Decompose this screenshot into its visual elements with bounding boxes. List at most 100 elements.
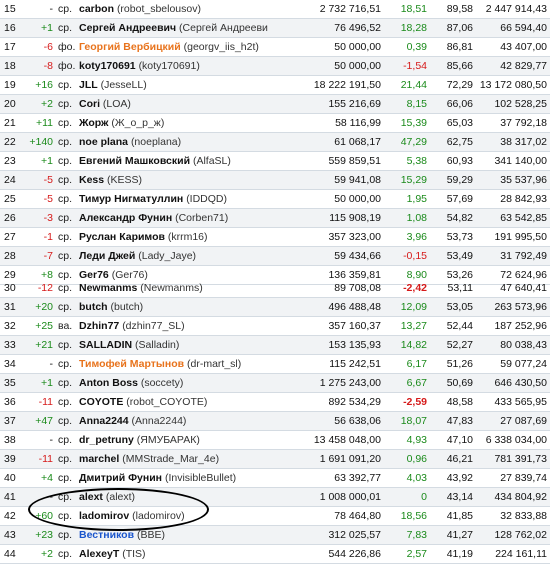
- total-value: 27 839,74: [476, 468, 550, 488]
- total-value: 341 140,00: [476, 151, 550, 171]
- participant-nick-link[interactable]: Руслан Каримов: [79, 231, 165, 243]
- participant-nick-link[interactable]: Вестников: [79, 529, 134, 541]
- rank: 40: [0, 468, 24, 488]
- table-row: 33 +21 ср. SALLADIN (Salladin) 153 135,93 14,…: [0, 335, 550, 355]
- participant-nick-link[interactable]: alext: [79, 491, 103, 503]
- rank-change: -: [24, 430, 56, 450]
- participant-nick-link[interactable]: noe plana: [79, 136, 128, 148]
- participant: Александр Фунин (Corben71): [76, 208, 296, 228]
- participant: Жорж (Ж_о_р_ж): [76, 113, 296, 133]
- account-amount: 78 464,80: [296, 506, 384, 526]
- total-value: 63 542,85: [476, 208, 550, 228]
- total-percent: 66,06: [430, 94, 476, 114]
- participant-nick-link[interactable]: SALLADIN: [79, 339, 132, 351]
- total-percent: 47,10: [430, 430, 476, 450]
- account-amount: 63 392,77: [296, 468, 384, 488]
- rank-change: -6: [24, 37, 56, 57]
- account-type: фо.: [56, 56, 76, 76]
- rank: 30: [0, 279, 24, 298]
- rank-change: +47: [24, 411, 56, 431]
- rank-change: -5: [24, 170, 56, 190]
- account-amount: 559 859,51: [296, 151, 384, 171]
- participant-login: (noeplana): [130, 136, 182, 148]
- participant-nick-link[interactable]: Сергей Андреевич: [79, 22, 176, 34]
- total-value: 224 161,11: [476, 544, 550, 564]
- account-type: ср.: [56, 449, 76, 469]
- account-type: ср.: [56, 506, 76, 526]
- total-value: 37 792,18: [476, 113, 550, 133]
- rank: 22: [0, 132, 24, 152]
- table-row: 19 +16 ср. JLL (JesseLL) 18 222 191,50 21,44 7…: [0, 75, 550, 95]
- participant-nick-link[interactable]: Тимур Нигматуллин: [79, 193, 183, 205]
- participant-login: (IDDQD): [186, 193, 228, 205]
- participant-nick-link[interactable]: Леди Джей: [79, 250, 135, 262]
- participant: Newmanms (Newmanms): [76, 279, 296, 298]
- participant: alext (alext): [76, 487, 296, 507]
- rank-change: -: [24, 487, 56, 507]
- rank-change: +60: [24, 506, 56, 526]
- rank-change: +1: [24, 151, 56, 171]
- rank-change: -11: [24, 392, 56, 412]
- total-percent: 51,26: [430, 354, 476, 374]
- total-value: 2 447 914,43: [476, 0, 550, 19]
- participant-login: (Newmanms): [140, 282, 203, 294]
- participant-nick-link[interactable]: Тимофей Мартынов: [79, 358, 184, 370]
- daily-percent: -2,42: [384, 279, 430, 298]
- participant-nick-link[interactable]: COYOTE: [79, 396, 123, 408]
- participant-nick-link[interactable]: JLL: [79, 79, 98, 91]
- participant-login: (koty170691): [138, 60, 200, 72]
- participant-nick-link[interactable]: Дмитрий Фунин: [79, 472, 162, 484]
- participant-nick-link[interactable]: Anna2244: [79, 415, 129, 427]
- participant-nick-link[interactable]: Евгений Машковский: [79, 155, 190, 167]
- participant-nick-link[interactable]: Newmanms: [79, 282, 137, 294]
- participant-login: (InvisibleBullet): [164, 472, 237, 484]
- table-row: 31 +20 ср. butch (butch) 496 488,48 12,09 53,0…: [0, 297, 550, 317]
- account-amount: 50 000,00: [296, 189, 384, 209]
- total-value: 13 172 080,50: [476, 75, 550, 95]
- rank-change: -3: [24, 208, 56, 228]
- daily-percent: 14,82: [384, 335, 430, 355]
- participant-nick-link[interactable]: AlexeyT: [79, 548, 119, 560]
- participant-nick-link[interactable]: Kess: [79, 174, 104, 186]
- table-row: 39 -11 ср. marchel (MMStrade_Mar_4e) 1 691 0…: [0, 449, 550, 469]
- table-row: 38- ср. dr_petruny (ЯМУБАРАК) 13 458 048,00…: [0, 430, 550, 450]
- total-value: 43 407,00: [476, 37, 550, 57]
- daily-percent: 18,56: [384, 506, 430, 526]
- participant-login: (soccety): [140, 377, 184, 389]
- total-value: 47 640,41: [476, 279, 550, 298]
- participant-nick-link[interactable]: Cori: [79, 98, 100, 110]
- rank: 38: [0, 430, 24, 450]
- participant-nick-link[interactable]: Георгий Вербицкий: [79, 41, 181, 53]
- rank-change: +16: [24, 75, 56, 95]
- participant-nick-link[interactable]: carbon: [79, 3, 114, 15]
- total-value: 128 762,02: [476, 525, 550, 545]
- rank: 21: [0, 113, 24, 133]
- participant-login: (ЯМУБАРАК): [136, 434, 200, 446]
- participant-nick-link[interactable]: Жорж: [79, 117, 109, 129]
- daily-percent: 0,39: [384, 37, 430, 57]
- total-percent: 41,27: [430, 525, 476, 545]
- participant-nick-link[interactable]: koty170691: [79, 60, 136, 72]
- participant-nick-link[interactable]: butch: [79, 301, 108, 313]
- participant-nick-link[interactable]: marchel: [79, 453, 119, 465]
- total-value: 38 317,02: [476, 132, 550, 152]
- rank-change: +21: [24, 335, 56, 355]
- participant-nick-link[interactable]: ladomirov: [79, 510, 129, 522]
- total-value: 781 391,73: [476, 449, 550, 469]
- rank-change: +140: [24, 132, 56, 152]
- rank: 39: [0, 449, 24, 469]
- participant-nick-link[interactable]: Dzhin77: [79, 320, 119, 332]
- total-percent: 43,92: [430, 468, 476, 488]
- participant-nick-link[interactable]: Александр Фунин: [79, 212, 172, 224]
- participant-nick-link[interactable]: dr_petruny: [79, 434, 134, 446]
- rank-change: -: [24, 0, 56, 19]
- daily-percent: 18,28: [384, 18, 430, 38]
- account-type: ср.: [56, 0, 76, 19]
- participant: koty170691 (koty170691): [76, 56, 296, 76]
- leaderboard-table-top: 15- ср. carbon (robot_sbelousov) 2 732 716,…: [0, 0, 550, 285]
- table-row: 27 -1 ср. Руслан Каримов (krrm16) 357 323,00…: [0, 227, 550, 247]
- participant-login: (Lady_Jaye): [138, 250, 197, 262]
- account-amount: 18 222 191,50: [296, 75, 384, 95]
- table-row: 42 +60 ср. ladomirov (ladomirov) 78 464,80 18…: [0, 506, 550, 526]
- participant-nick-link[interactable]: Anton Boss: [79, 377, 138, 389]
